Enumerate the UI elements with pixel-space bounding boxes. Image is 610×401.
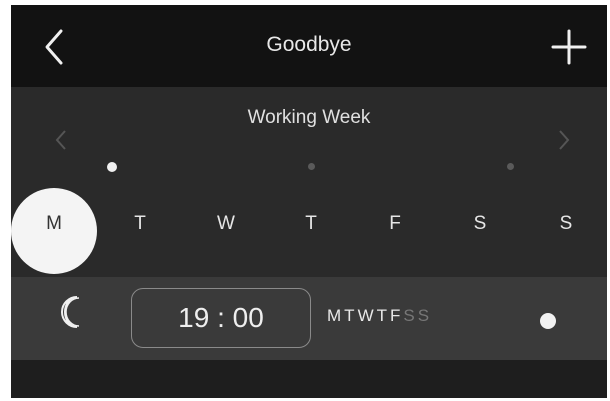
day-monday[interactable]: M	[34, 213, 74, 235]
page-indicator-dot	[507, 163, 514, 170]
header-bar: Goodbye	[11, 5, 607, 87]
week-selector: Working Week M T W T F S S	[11, 87, 607, 277]
week-prev-button[interactable]	[51, 125, 71, 155]
plus-icon	[551, 29, 587, 65]
day-wednesday[interactable]: W	[206, 213, 246, 235]
day-tuesday[interactable]: T	[120, 213, 160, 235]
add-button[interactable]	[549, 27, 589, 67]
page-indicator-dot-active	[107, 162, 117, 172]
schedule-day-label: M	[327, 306, 345, 325]
moon-icon	[55, 292, 89, 332]
app-window: Goodbye Working Week M T W T F S S 19: …	[11, 5, 607, 398]
schedule-enabled-toggle[interactable]	[540, 313, 556, 329]
page-title: Goodbye	[266, 33, 352, 56]
chevron-right-icon	[559, 130, 570, 150]
day-sunday[interactable]: S	[546, 213, 586, 235]
bottom-area	[11, 360, 607, 398]
schedule-day-label-inactive: S	[403, 306, 418, 325]
chevron-left-icon	[55, 130, 66, 150]
schedule-day-label-inactive: S	[417, 306, 433, 325]
schedule-days: MTWTFSS	[327, 306, 432, 326]
schedule-day-label: T	[344, 306, 358, 325]
schedule-day-label: F	[390, 306, 404, 325]
schedule-day-label: T	[376, 306, 390, 325]
week-title: Working Week	[247, 107, 371, 128]
day-saturday[interactable]: S	[460, 213, 500, 235]
schedule-row[interactable]: 19 : 00 MTWTFSS	[11, 277, 607, 360]
day-friday[interactable]: F	[375, 213, 415, 235]
day-thursday[interactable]: T	[291, 213, 331, 235]
page-indicator-dot	[308, 163, 315, 170]
time-field[interactable]: 19 : 00	[131, 288, 311, 348]
schedule-day-label: W	[357, 306, 377, 325]
week-next-button[interactable]	[554, 125, 574, 155]
